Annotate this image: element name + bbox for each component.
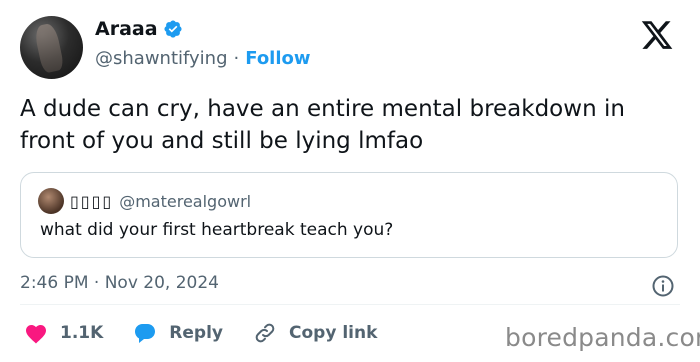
author-name[interactable]: Araaa xyxy=(95,18,158,40)
tweet-text: A dude can cry, have an entire mental br… xyxy=(20,96,625,154)
author-avatar[interactable] xyxy=(20,16,83,79)
action-bar: 1.1K Reply Copy link xyxy=(24,321,407,345)
watermark: boredpanda.com xyxy=(505,323,700,352)
reply-icon xyxy=(135,324,156,343)
quoted-tweet-text: what did your first heartbreak teach you… xyxy=(40,220,394,240)
heart-icon xyxy=(26,325,46,344)
quoted-author-avatar xyxy=(38,188,64,214)
author-handle[interactable]: @shawntifying xyxy=(95,48,228,69)
link-icon xyxy=(255,323,275,343)
quoted-tweet-header: ▯▯▯▯ @materealgowrl xyxy=(38,188,251,214)
follow-button[interactable]: Follow xyxy=(245,48,310,69)
quoted-tweet[interactable]: ▯▯▯▯ @materealgowrl what did your first … xyxy=(20,172,678,258)
tweet-timestamp[interactable]: 2:46 PM · Nov 20, 2024 xyxy=(20,273,219,293)
quoted-author-name: ▯▯▯▯ xyxy=(70,191,114,211)
like-count: 1.1K xyxy=(60,323,104,343)
handle-separator: · xyxy=(233,48,240,69)
author-name-row: Araaa xyxy=(95,18,183,40)
divider xyxy=(20,304,680,305)
copy-link-label: Copy link xyxy=(289,323,378,343)
tweet-card: Araaa @shawntifying · Follow A dude can … xyxy=(0,0,700,362)
reply-label: Reply xyxy=(169,323,223,343)
copy-link-button[interactable]: Copy link xyxy=(253,321,377,345)
verified-badge-icon xyxy=(164,20,182,38)
like-button[interactable]: 1.1K xyxy=(24,322,103,344)
reply-button[interactable]: Reply xyxy=(133,322,223,344)
x-logo-icon[interactable] xyxy=(639,18,675,52)
author-handle-row: @shawntifying · Follow xyxy=(95,48,311,69)
quoted-author-handle: @materealgowrl xyxy=(119,191,252,211)
info-icon[interactable] xyxy=(651,274,675,298)
